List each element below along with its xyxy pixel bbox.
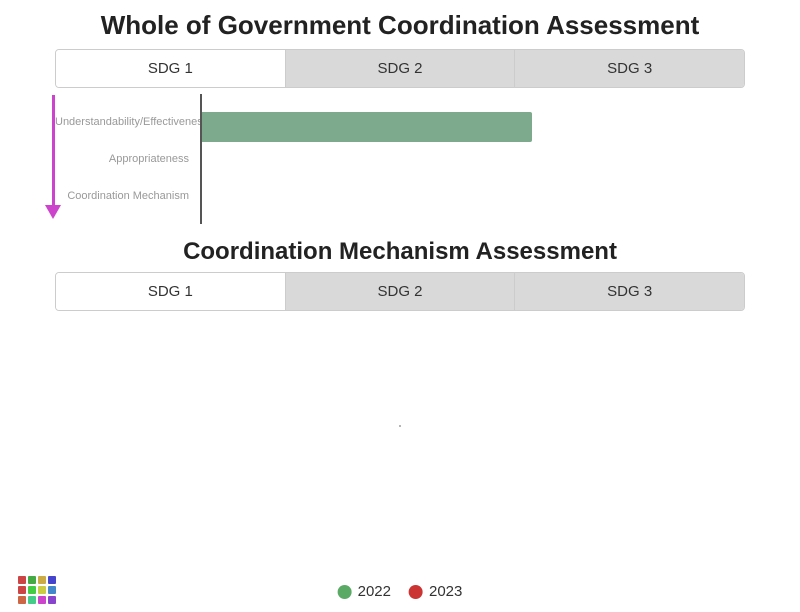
- arrow-head: [45, 205, 61, 219]
- section2-title: Coordination Mechanism Assessment: [0, 232, 800, 272]
- legend-dot-2022: [338, 585, 352, 599]
- section2-tabs: SDG 1 SDG 2 SDG 3: [55, 272, 745, 311]
- grid-cell: [18, 596, 26, 604]
- chart-plot-area: [200, 94, 745, 224]
- section1-tabs: SDG 1 SDG 2 SDG 3: [55, 49, 745, 88]
- legend-item-2023: 2023: [409, 583, 462, 600]
- y-label-1: Coordination Mechanism: [55, 190, 195, 202]
- y-axis-labels: Understandability/Effectiveness Appropri…: [55, 94, 195, 224]
- tab-sdg2-section2[interactable]: SDG 2: [286, 273, 516, 310]
- bottom-grid-icon: [18, 576, 56, 604]
- legend-label-2023: 2023: [429, 583, 462, 600]
- grid-cell: [18, 586, 26, 594]
- legend-item-2022: 2022: [338, 583, 391, 600]
- grid-cell: [28, 596, 36, 604]
- grid-icon-inner: [18, 576, 56, 604]
- legend-dot-2023: [409, 585, 423, 599]
- section2-chart-area: .: [55, 311, 745, 531]
- grid-cell: [48, 586, 56, 594]
- chart-legend: 2022 2023: [338, 583, 463, 600]
- grid-cell: [18, 576, 26, 584]
- arrow-shaft: [52, 95, 55, 205]
- tab-sdg2-section1[interactable]: SDG 2: [286, 50, 516, 87]
- legend-label-2022: 2022: [358, 583, 391, 600]
- section1-chart: Understandability/Effectiveness Appropri…: [55, 94, 745, 224]
- y-label-3: Understandability/Effectiveness: [55, 116, 195, 128]
- grid-cell: [48, 596, 56, 604]
- tab-sdg1-section2[interactable]: SDG 1: [56, 273, 286, 310]
- center-dot: .: [397, 411, 402, 432]
- chart-bar-top: [202, 112, 532, 142]
- bar-fill-top: [202, 112, 532, 142]
- grid-cell: [38, 586, 46, 594]
- grid-cell: [48, 576, 56, 584]
- scroll-arrow: [45, 95, 61, 219]
- tab-sdg1-section1[interactable]: SDG 1: [56, 50, 286, 87]
- tab-sdg3-section1[interactable]: SDG 3: [515, 50, 744, 87]
- grid-cell: [38, 596, 46, 604]
- tab-sdg3-section2[interactable]: SDG 3: [515, 273, 744, 310]
- y-label-2: Appropriateness: [55, 153, 195, 165]
- grid-cell: [28, 586, 36, 594]
- grid-cell: [28, 576, 36, 584]
- main-title: Whole of Government Coordination Assessm…: [0, 0, 800, 49]
- grid-cell: [38, 576, 46, 584]
